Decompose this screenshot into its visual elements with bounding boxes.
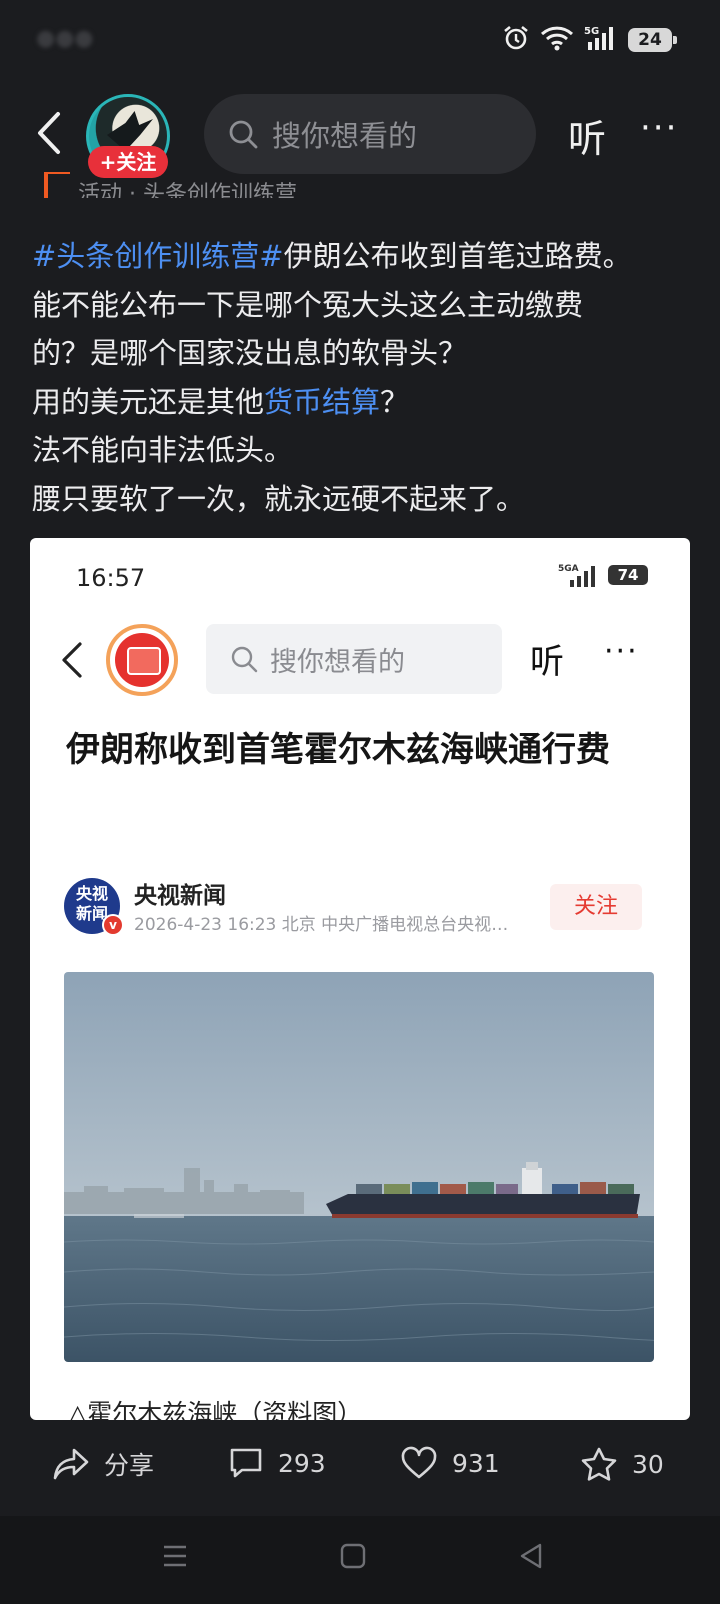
post-line-3: 的？是哪个国家没出息的软骨头？: [32, 336, 468, 370]
menu-nav-button[interactable]: [162, 1542, 188, 1574]
search-icon: [231, 646, 258, 673]
status-icons: 5G 24: [502, 24, 677, 56]
square-icon: [340, 1543, 366, 1569]
post-line-2: 能不能公布一下是哪个冤大头这么主动缴费: [32, 287, 584, 322]
embedded-more-label: ···: [604, 634, 639, 669]
search-input[interactable]: 搜你想看的: [204, 94, 536, 174]
action-bar: 分享 293 931 30: [0, 1420, 720, 1516]
wifi-icon: [540, 25, 574, 55]
app-logo-icon: [106, 624, 178, 696]
signal-icon: 5G: [584, 24, 618, 56]
favorite-button[interactable]: 30: [580, 1446, 664, 1482]
status-bar: ●●● 5G 24: [0, 0, 720, 84]
battery-icon: 24: [628, 28, 677, 52]
search-icon: [229, 120, 258, 149]
home-nav-button[interactable]: [340, 1542, 366, 1574]
back-button[interactable]: [30, 110, 70, 156]
menu-icon: [164, 1545, 186, 1567]
embedded-search-placeholder: 搜你想看的: [270, 646, 405, 678]
embedded-battery-icon: 74: [608, 565, 648, 585]
embedded-article-title: 伊朗称收到首笔霍尔木兹海峡通行费: [66, 730, 610, 770]
embedded-screenshot[interactable]: 16:57 5GA 74 搜你想看的 听 ··· 伊朗称收到首笔霍尔木兹海峡通行…: [30, 538, 690, 1420]
activity-tag[interactable]: 活动 · 头条创作训练营: [44, 172, 364, 198]
listen-button[interactable]: 听: [568, 108, 606, 163]
comment-count: 293: [278, 1448, 326, 1478]
post-line-4: 用的美元还是其他货币结算？: [32, 384, 410, 419]
share-label: 分享: [104, 1451, 155, 1480]
post-body: #头条创作训练营#伊朗公布收到首笔过路费。 能不能公布一下是哪个冤大头这么主动缴…: [32, 232, 692, 523]
embedded-status-icons: 5GA 74: [558, 562, 648, 588]
cctv-news-logo: 央视新闻 v: [64, 878, 124, 936]
post-line-1: #头条创作训练营#伊朗公布收到首笔过路费。: [32, 239, 632, 273]
like-button[interactable]: 931: [400, 1446, 500, 1480]
signal-icon: 5GA: [558, 564, 595, 587]
top-header: +关注 搜你想看的 听 ···: [0, 88, 720, 184]
more-button[interactable]: ···: [640, 108, 678, 148]
search-placeholder: 搜你想看的: [272, 119, 418, 153]
verified-icon: v: [102, 914, 124, 936]
hashtag-link[interactable]: #头条创作训练营#: [32, 239, 284, 273]
heart-icon: [401, 1446, 437, 1479]
embedded-photo-caption: △霍尔木兹海峡（资料图）: [68, 1399, 363, 1420]
activity-text: 活动 · 头条创作训练营: [78, 182, 297, 198]
strait-photo: [64, 972, 654, 1362]
comment-icon: [230, 1448, 262, 1478]
author-avatar[interactable]: +关注: [86, 94, 170, 178]
status-time-blurred: ●●●: [36, 26, 94, 51]
back-nav-button[interactable]: [518, 1542, 544, 1574]
embedded-search-bar: 搜你想看的: [206, 624, 502, 694]
embedded-source-meta: 2026-4-23 16:23 北京 中央广播电视总台央视新闻: [134, 915, 524, 935]
embedded-time: 16:57: [76, 564, 146, 592]
share-icon: [53, 1448, 89, 1480]
alarm-icon: [502, 24, 530, 56]
comment-button[interactable]: 293: [228, 1446, 326, 1480]
embedded-follow-label: 关注: [550, 884, 642, 930]
star-icon: [581, 1447, 617, 1481]
embedded-source-name: 央视新闻: [134, 883, 226, 909]
post-line-5: 法不能向非法低头。: [32, 433, 294, 467]
svg-text:5GA: 5GA: [558, 564, 579, 574]
flag-icon: [44, 172, 70, 198]
like-count: 931: [452, 1448, 500, 1478]
svg-text:5G: 5G: [584, 26, 599, 37]
post-line-6: 腰只要软了一次，就永远硬不起来了。: [32, 481, 526, 516]
back-icon: [58, 640, 88, 684]
system-nav-bar: [0, 1516, 720, 1604]
share-button[interactable]: 分享: [52, 1446, 154, 1482]
currency-settlement-link[interactable]: 货币结算: [264, 385, 380, 419]
embedded-listen-label: 听: [530, 642, 564, 682]
favorite-count: 30: [632, 1449, 664, 1479]
triangle-back-icon: [520, 1543, 542, 1569]
